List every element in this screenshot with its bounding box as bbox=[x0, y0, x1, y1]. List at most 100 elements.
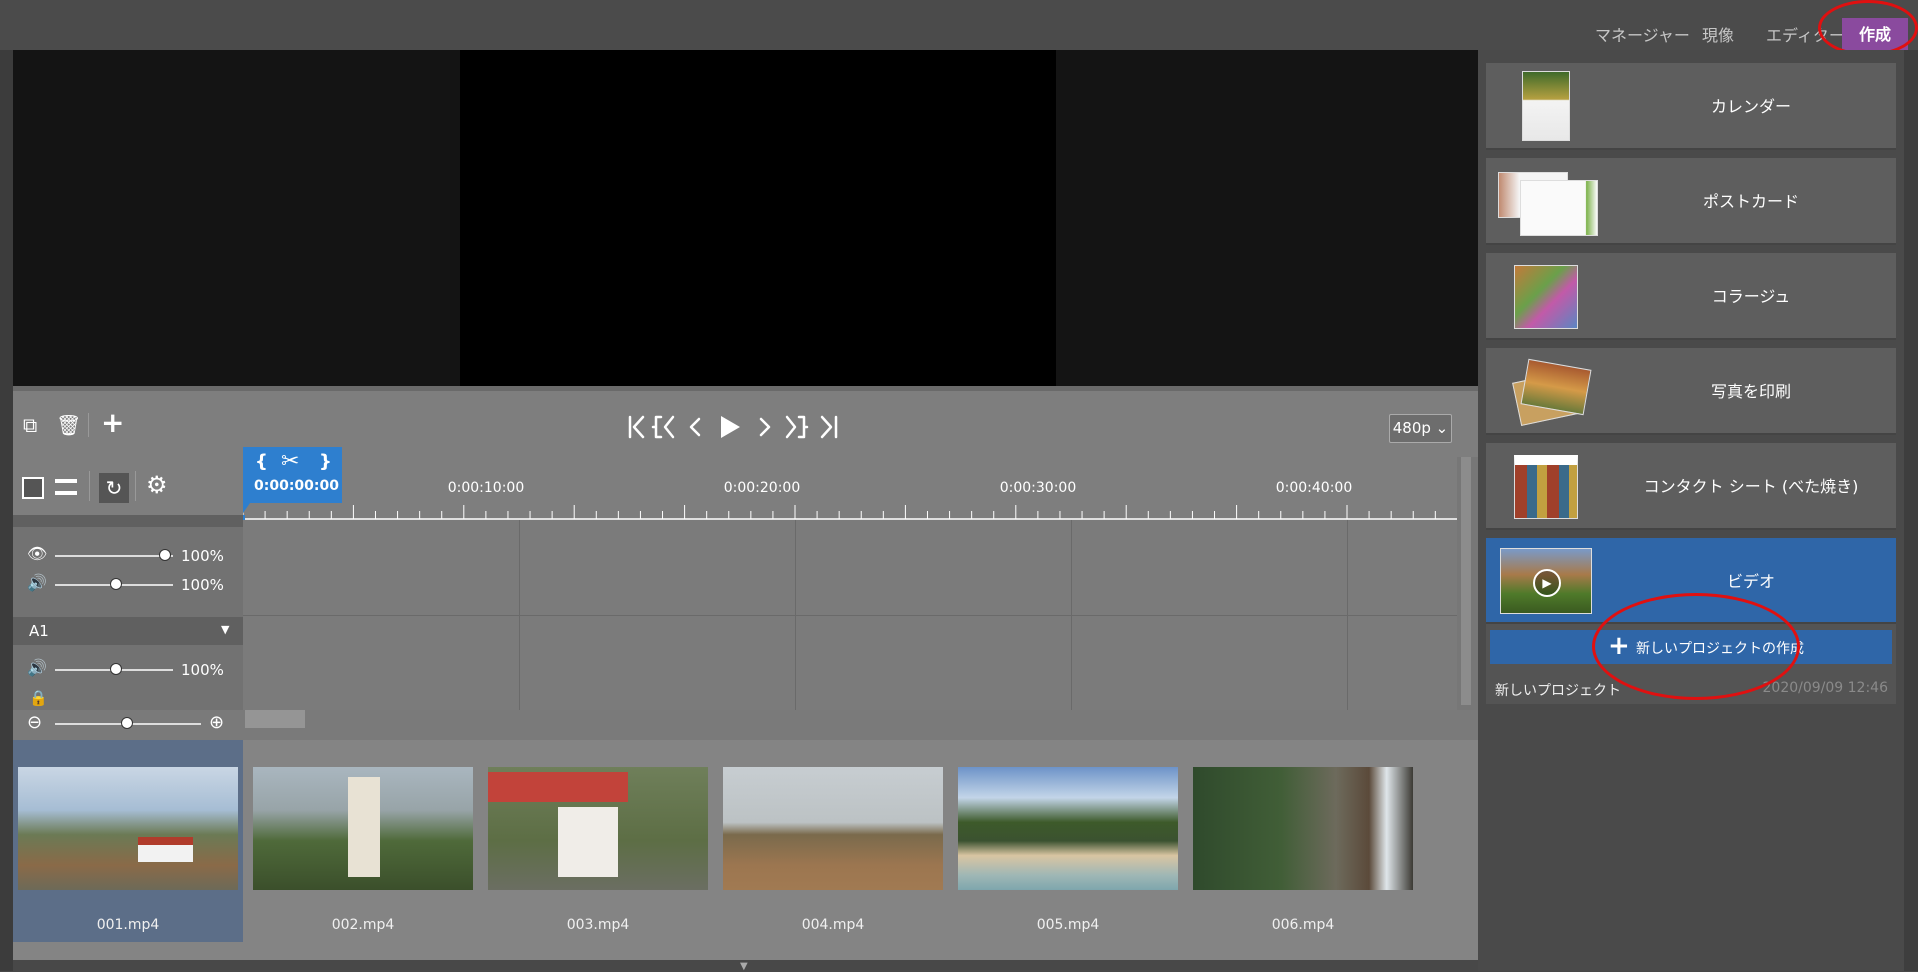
opacity-slider[interactable] bbox=[159, 549, 171, 561]
skip-to-end-icon[interactable] bbox=[820, 415, 838, 439]
tab-develop[interactable]: 現像 bbox=[1702, 22, 1734, 46]
video-preview bbox=[13, 50, 1478, 386]
roof-shape bbox=[488, 772, 628, 802]
copy-icon[interactable]: ⧉ bbox=[23, 413, 37, 437]
clip-item[interactable]: 006.mp4 bbox=[1188, 740, 1418, 942]
next-marker-icon[interactable] bbox=[785, 415, 809, 439]
resolution-value: 480p bbox=[1392, 419, 1431, 437]
video-track-header[interactable] bbox=[13, 515, 243, 527]
timeline-ruler[interactable]: 0:00:10:00 0:00:20:00 0:00:30:00 0:00:40… bbox=[243, 457, 1457, 520]
scrollbar-thumb[interactable] bbox=[1461, 457, 1471, 705]
clip-thumbnail bbox=[253, 767, 473, 890]
ruler-ticks bbox=[243, 505, 1457, 520]
zoom-out-icon[interactable]: ⊖ bbox=[27, 712, 42, 733]
trim-tool-icon[interactable] bbox=[22, 477, 44, 499]
divider bbox=[88, 413, 89, 437]
annotation-circle-new-project bbox=[1592, 593, 1800, 700]
step-forward-icon[interactable] bbox=[759, 417, 771, 437]
lock-icon[interactable]: 🔒 bbox=[29, 689, 48, 707]
clip-item[interactable]: 003.mp4 bbox=[483, 740, 713, 942]
audio-volume-slider[interactable] bbox=[110, 663, 122, 675]
postcard-thumbnail bbox=[1520, 180, 1598, 236]
create-item-print[interactable]: 写真を印刷 bbox=[1486, 348, 1896, 435]
volume-icon[interactable]: 🔊 bbox=[27, 573, 47, 592]
collapse-arrow-icon[interactable]: ▼ bbox=[740, 961, 748, 972]
create-item-postcard[interactable]: ポストカード bbox=[1486, 158, 1896, 245]
transport-controls bbox=[628, 415, 838, 439]
out-bracket-icon[interactable]: } bbox=[319, 451, 332, 472]
in-bracket-icon[interactable]: { bbox=[255, 451, 268, 472]
clip-name: 004.mp4 bbox=[801, 917, 865, 933]
left-panel-edge[interactable] bbox=[0, 50, 13, 971]
top-bar: マネージャー 現像 エディター bbox=[0, 0, 1918, 50]
clip-name: 003.mp4 bbox=[566, 917, 630, 933]
audio-volume-value: 100% bbox=[181, 661, 224, 679]
timeline-tools: ↻ ⚙ bbox=[13, 457, 243, 515]
audio-track-name: A1 bbox=[29, 622, 49, 640]
track-headers: 👁 100% 🔊 100% A1 ▼ 🔊 100% 🔒 bbox=[13, 515, 243, 710]
video-thumbnail: ▶ bbox=[1500, 548, 1592, 614]
skip-to-start-icon[interactable] bbox=[628, 415, 645, 439]
project-name[interactable]: 新しいプロジェクト bbox=[1495, 680, 1621, 700]
create-item-label: ポストカード bbox=[1702, 192, 1799, 211]
scissors-icon[interactable]: ✂ bbox=[281, 449, 299, 474]
project-date: 2020/09/09 12:46 bbox=[1762, 680, 1889, 696]
split-tool-icon-2 bbox=[55, 491, 77, 495]
create-item-contact-sheet[interactable]: コンタクト シート (べた焼き) bbox=[1486, 443, 1896, 530]
horizontal-scrollbar-thumb[interactable] bbox=[245, 710, 305, 728]
right-panel-edge[interactable] bbox=[1904, 50, 1918, 971]
ruler-mark: 0:00:40:00 bbox=[1275, 480, 1353, 496]
video-volume-value: 100% bbox=[181, 576, 224, 594]
add-icon[interactable]: + bbox=[101, 409, 124, 437]
video-volume-slider[interactable] bbox=[110, 578, 122, 590]
contact-sheet-thumbnail bbox=[1514, 455, 1578, 519]
track-area[interactable] bbox=[243, 520, 1457, 710]
chevron-down-icon: ⌄ bbox=[1435, 419, 1449, 437]
zoom-in-icon[interactable]: ⊕ bbox=[209, 712, 224, 733]
audio-track-header[interactable]: A1 ▼ bbox=[13, 617, 243, 645]
clip-item[interactable]: 005.mp4 bbox=[953, 740, 1183, 942]
divider bbox=[135, 471, 136, 501]
playhead[interactable]: { ✂ } 0:00:00:00 bbox=[243, 447, 342, 503]
grid-line bbox=[1347, 520, 1348, 710]
trash-icon[interactable]: 🗑 bbox=[56, 413, 81, 437]
grid-line bbox=[1071, 520, 1072, 710]
ruler-mark: 0:00:20:00 bbox=[723, 480, 801, 496]
create-item-label: カレンダー bbox=[1710, 97, 1791, 116]
gear-icon[interactable]: ⚙ bbox=[146, 471, 168, 499]
clip-browser: 001.mp4 002.mp4 003.mp4 004.mp4 005.mp4 … bbox=[13, 740, 1478, 960]
annotation-circle-create bbox=[1818, 0, 1918, 56]
resolution-select[interactable]: 480p ⌄ bbox=[1389, 414, 1452, 443]
calendar-thumbnail bbox=[1522, 71, 1570, 141]
tower-shape bbox=[348, 777, 380, 877]
zoom-slider[interactable] bbox=[121, 717, 133, 729]
clip-name: 006.mp4 bbox=[1271, 917, 1335, 933]
tab-manager[interactable]: マネージャー bbox=[1595, 22, 1690, 46]
create-item-label: コラージュ bbox=[1711, 287, 1791, 306]
magnet-snap-icon[interactable]: ↻ bbox=[99, 473, 129, 503]
clip-thumbnail bbox=[958, 767, 1178, 890]
prev-marker-icon[interactable] bbox=[651, 415, 675, 439]
timeline-vertical-scrollbar[interactable] bbox=[1457, 457, 1478, 710]
step-back-icon[interactable] bbox=[689, 417, 701, 437]
playhead-pointer bbox=[243, 503, 250, 513]
clip-item-selected[interactable]: 001.mp4 bbox=[13, 740, 243, 942]
play-icon[interactable] bbox=[721, 416, 740, 438]
split-tool-icon[interactable] bbox=[55, 479, 77, 483]
clip-item[interactable]: 002.mp4 bbox=[248, 740, 478, 942]
clip-item[interactable]: 004.mp4 bbox=[718, 740, 948, 942]
church-shape bbox=[138, 837, 193, 862]
create-item-calendar[interactable]: カレンダー bbox=[1486, 63, 1896, 150]
volume-icon[interactable]: 🔊 bbox=[27, 658, 47, 677]
opacity-value: 100% bbox=[181, 547, 224, 565]
track-dropdown-icon[interactable]: ▼ bbox=[221, 623, 229, 636]
eye-icon[interactable]: 👁 bbox=[27, 544, 47, 563]
church-shape bbox=[558, 807, 618, 877]
opacity-slider-track bbox=[55, 555, 173, 557]
create-item-collage[interactable]: コラージュ bbox=[1486, 253, 1896, 340]
clip-thumbnail bbox=[18, 767, 238, 890]
clip-thumbnail bbox=[488, 767, 708, 890]
track-divider bbox=[243, 615, 1457, 616]
zoom-row: ⊖ ⊕ bbox=[13, 710, 1478, 740]
playback-control-bar: ⧉ 🗑 + 480p ⌄ bbox=[13, 386, 1478, 457]
